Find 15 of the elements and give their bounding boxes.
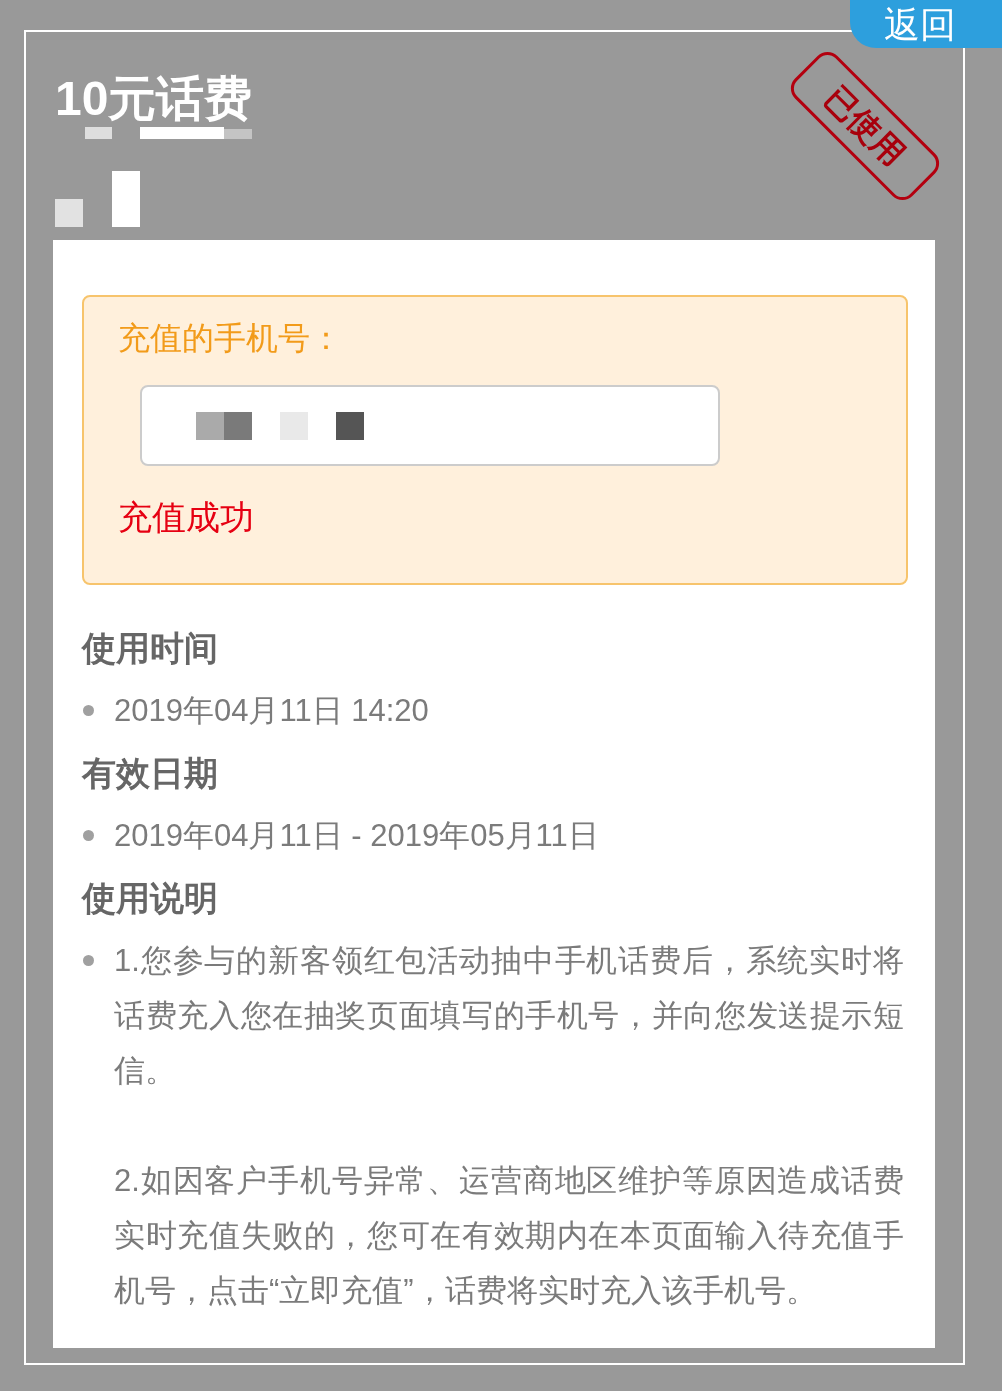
- section-heading: 使用时间: [82, 628, 219, 669]
- bullet-dot-icon: [83, 705, 94, 716]
- section-heading: 有效日期: [82, 753, 219, 794]
- coupon-title: 10元话费: [55, 71, 253, 127]
- detail-text: 2.如因客户手机号异常、运营商地区维护等原因造成话费实时充值失败的，您可在有效期内在本页面输入待充值手机号，点击“立即充值”，话费将实时充入该手机号。: [114, 1162, 904, 1310]
- detail-text: 2019年04月11日 14:20: [114, 692, 430, 730]
- bullet-dot-icon: [83, 830, 94, 841]
- bullet-dot-icon: [83, 955, 94, 966]
- detail-text: 1.您参与的新客领红包活动抽中手机话费后，系统实时将话费充入您在抽奖页面填写的手机号，并向您发送提示短信。: [114, 942, 904, 1090]
- phone-input-field[interactable]: [140, 385, 720, 466]
- section-heading: 使用说明: [82, 878, 219, 919]
- back-button[interactable]: 返回: [850, 0, 1002, 48]
- phone-label: 充值的手机号：: [118, 319, 343, 358]
- recharge-status: 充值成功: [118, 497, 255, 537]
- detail-text: 2019年04月11日 - 2019年05月11日: [114, 817, 600, 855]
